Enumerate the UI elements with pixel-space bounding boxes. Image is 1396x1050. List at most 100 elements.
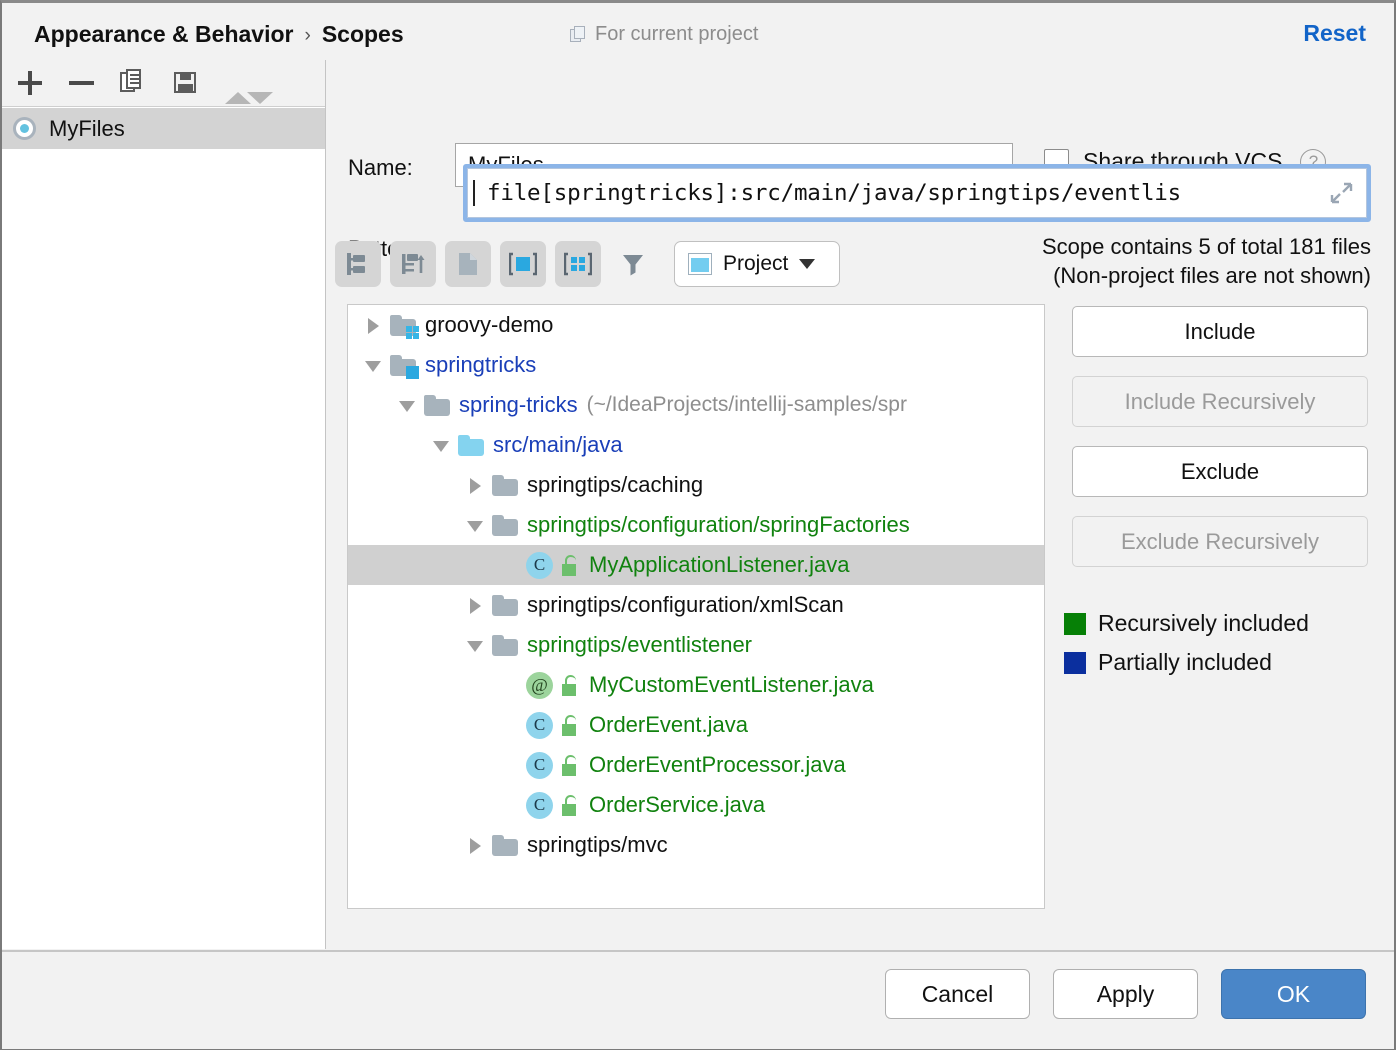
- tree-indent: [348, 645, 464, 646]
- java-class-icon: C: [526, 792, 553, 819]
- chevron-right-icon[interactable]: [362, 314, 384, 336]
- folder-icon: [492, 835, 518, 856]
- tree-row-label: springtips/eventlistener: [527, 632, 752, 658]
- tree-row[interactable]: COrderEventProcessor.java: [348, 745, 1044, 785]
- tree-row-label: OrderEvent.java: [589, 712, 748, 738]
- tree-indent: [348, 405, 396, 406]
- pattern-field[interactable]: file[springtricks]:src/main/java/springt…: [463, 164, 1371, 222]
- folder-icon: [492, 595, 518, 616]
- view-selector-label: Project: [723, 252, 788, 276]
- module-icon[interactable]: [500, 241, 546, 287]
- expand-diagonal-icon[interactable]: [1329, 181, 1353, 205]
- scopes-list: MyFiles: [2, 108, 325, 149]
- scope-info-line2: (Non-project files are not shown): [1042, 261, 1371, 290]
- tree-row[interactable]: @ MyCustomEventListener.java: [348, 665, 1044, 705]
- project-window-icon: [688, 253, 712, 275]
- module-folder-icon: [390, 355, 416, 376]
- tree-indent: [348, 605, 464, 606]
- file-tree[interactable]: groovy-demo springtricks spring-tricks(~/I…: [347, 304, 1045, 909]
- breadcrumb-leaf: Scopes: [322, 21, 404, 47]
- tree-row-label: springtricks: [425, 352, 536, 378]
- tree-toggle-spacer: [498, 754, 520, 776]
- unlocked-padlock-icon: [560, 715, 578, 736]
- reset-button[interactable]: Reset: [1303, 20, 1366, 47]
- chevron-down-icon[interactable]: [362, 354, 384, 376]
- grid-icon[interactable]: [555, 241, 601, 287]
- minus-icon[interactable]: [67, 68, 97, 98]
- scope-info: Scope contains 5 of total 181 files (Non…: [1042, 232, 1371, 291]
- tree-legend: Recursively included Partially included: [1064, 610, 1309, 688]
- tree-row[interactable]: C OrderService.java: [348, 785, 1044, 825]
- chevron-down-icon[interactable]: [430, 434, 452, 456]
- copy-icon[interactable]: [119, 68, 149, 98]
- tree-toggle-spacer: [498, 794, 520, 816]
- tree-row-label: src/main/java: [493, 432, 623, 458]
- ok-button[interactable]: OK: [1221, 969, 1366, 1019]
- tree-row[interactable]: springtips/configuration/xmlScan: [348, 585, 1044, 625]
- chevron-right-icon[interactable]: [464, 834, 486, 856]
- tree-toggle-spacer: [498, 714, 520, 736]
- breadcrumb-root[interactable]: Appearance & Behavior: [34, 21, 293, 47]
- tree-indent: [348, 325, 362, 326]
- exclude-button[interactable]: Exclude: [1072, 446, 1368, 497]
- tree-indent: [348, 565, 498, 566]
- unlocked-padlock-icon: [560, 675, 578, 696]
- cancel-button[interactable]: Cancel: [885, 969, 1030, 1019]
- tree-indent: [348, 525, 464, 526]
- tree-indent: [348, 725, 498, 726]
- chevron-right-icon[interactable]: [464, 474, 486, 496]
- legend-swatch-blue: [1064, 652, 1086, 674]
- folder-icon: [492, 475, 518, 496]
- annotation-class-icon: @: [526, 672, 553, 699]
- legend-item-partially-included: Partially included: [1064, 649, 1309, 676]
- name-label: Name:: [348, 155, 413, 181]
- radio-selected-icon: [13, 117, 36, 140]
- module-folder-icon: [390, 315, 416, 336]
- java-class-icon: C: [526, 712, 553, 739]
- tree-row-label: OrderEventProcessor.java: [589, 752, 846, 778]
- chevron-down-icon[interactable]: [464, 634, 486, 656]
- file-icon[interactable]: [445, 241, 491, 287]
- tree-row[interactable]: springtricks: [348, 345, 1044, 385]
- scope-info-line1: Scope contains 5 of total 181 files: [1042, 232, 1371, 261]
- chevron-down-icon[interactable]: [396, 394, 418, 416]
- tree-indent: [348, 685, 498, 686]
- tree-indent: [348, 365, 362, 366]
- tree-row-label: MyApplicationListener.java: [589, 552, 849, 578]
- tree-row-label: MyCustomEventListener.java: [589, 672, 874, 698]
- tree-row[interactable]: springtips/mvc: [348, 825, 1044, 865]
- save-icon[interactable]: [171, 68, 201, 98]
- apply-button[interactable]: Apply: [1053, 969, 1198, 1019]
- exclude-recursively-button[interactable]: Exclude Recursively: [1072, 516, 1368, 567]
- scopes-toolbar: [2, 60, 325, 107]
- tree-row[interactable]: src/main/java: [348, 425, 1044, 465]
- tree-toggle-spacer: [498, 674, 520, 696]
- view-selector[interactable]: Project: [674, 241, 840, 287]
- tree-row[interactable]: CMyApplicationListener.java: [348, 545, 1044, 585]
- dialog-header: Appearance & Behavior›Scopes For current…: [2, 3, 1394, 60]
- tree-row[interactable]: springtips/caching: [348, 465, 1044, 505]
- folder-icon: [492, 635, 518, 656]
- expand-all-icon[interactable]: [335, 241, 381, 287]
- legend-label: Recursively included: [1098, 610, 1309, 637]
- tree-row[interactable]: spring-tricks(~/IdeaProjects/intellij-sa…: [348, 385, 1044, 425]
- tree-row[interactable]: C OrderEvent.java: [348, 705, 1044, 745]
- chevron-right-icon[interactable]: [464, 594, 486, 616]
- tree-indent: [348, 845, 464, 846]
- tree-indent: [348, 445, 430, 446]
- include-recursively-button[interactable]: Include Recursively: [1072, 376, 1368, 427]
- folder-icon: [458, 435, 484, 456]
- unlocked-padlock-icon: [560, 795, 578, 816]
- sidebar-item-myfiles[interactable]: MyFiles: [2, 108, 325, 149]
- tree-row[interactable]: groovy-demo: [348, 305, 1044, 345]
- tree-row-label: OrderService.java: [589, 792, 765, 818]
- folder-icon: [492, 515, 518, 536]
- funnel-icon[interactable]: [610, 241, 656, 287]
- tree-row[interactable]: springtips/eventlistener: [348, 625, 1044, 665]
- chevron-down-icon[interactable]: [464, 514, 486, 536]
- collapse-all-icon[interactable]: [390, 241, 436, 287]
- tree-row-label: spring-tricks: [459, 392, 578, 418]
- tree-row[interactable]: springtips/configuration/springFactories: [348, 505, 1044, 545]
- plus-icon[interactable]: [15, 68, 45, 98]
- include-button[interactable]: Include: [1072, 306, 1368, 357]
